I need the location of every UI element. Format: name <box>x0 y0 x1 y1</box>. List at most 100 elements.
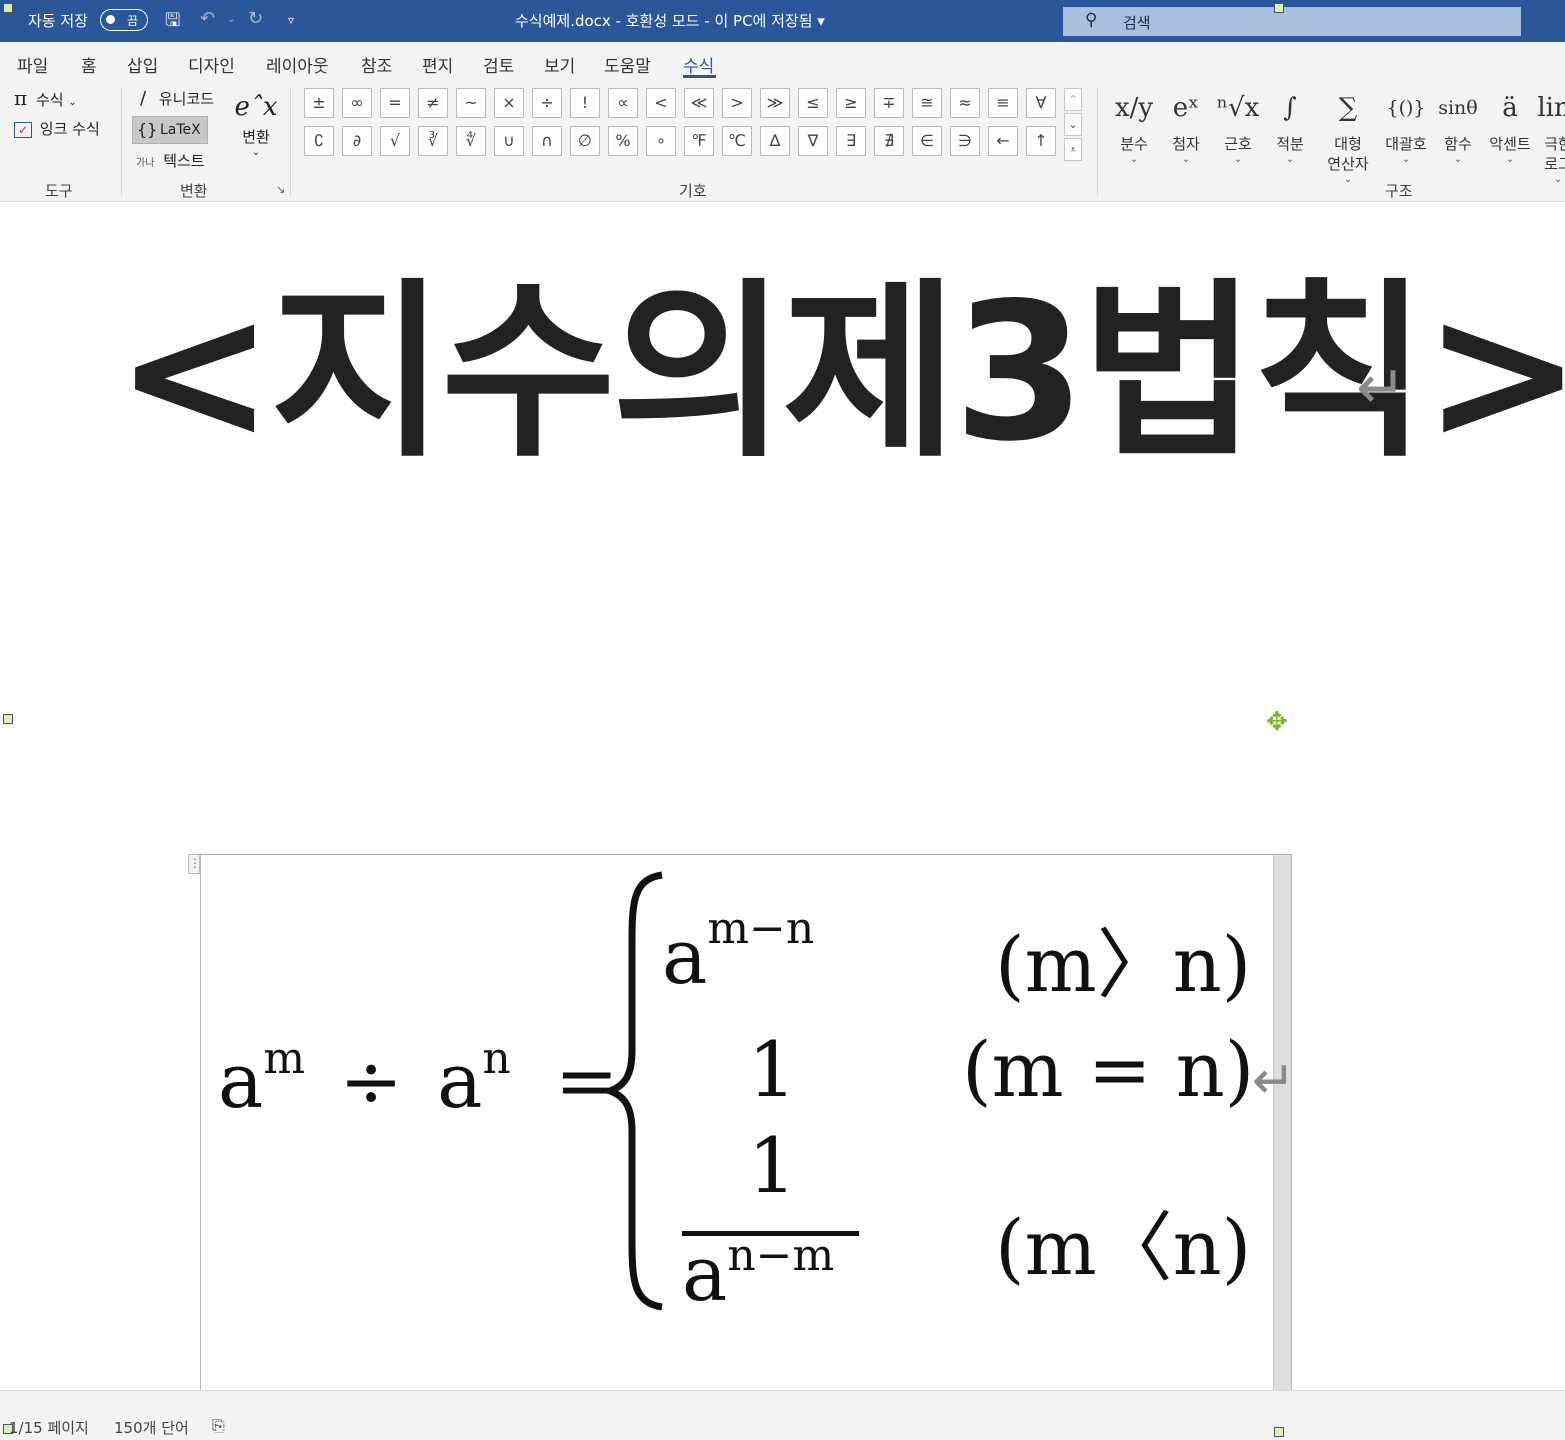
symbol-button[interactable]: ± <box>304 88 334 118</box>
selection-handle[interactable] <box>1274 3 1284 13</box>
structure-button[interactable]: ä 악센트 ⌄ <box>1486 82 1534 166</box>
symbol-button[interactable]: ∅ <box>570 126 600 156</box>
symbol-button[interactable]: ∇ <box>798 126 828 156</box>
undo-dropdown-icon[interactable]: ⌄ <box>227 14 235 25</box>
document-title[interactable]: 수식예제.docx - 호환성 모드 - 이 PC에 저장됨 ▾ <box>515 10 825 31</box>
symbol-button[interactable]: ∛ <box>418 126 448 156</box>
selection-handle[interactable] <box>3 3 13 13</box>
symbol-button[interactable]: ≠ <box>418 88 448 118</box>
symbol-button[interactable]: ∆ <box>760 126 790 156</box>
symbol-button[interactable]: ∩ <box>532 126 562 156</box>
symbol-button[interactable]: ∓ <box>874 88 904 118</box>
selection-handle[interactable] <box>1274 1427 1284 1437</box>
convert-button[interactable]: eˆx 변환 ⌄ <box>234 88 278 158</box>
selection-handle[interactable] <box>3 714 13 724</box>
symbol-button[interactable]: ∋ <box>950 126 980 156</box>
text-button[interactable]: 가나 텍스트 <box>136 150 205 171</box>
structure-glyph-icon: {()} <box>1386 97 1426 119</box>
tab-design[interactable]: 디자인 <box>188 52 235 77</box>
latex-button[interactable]: {} LaTeX <box>132 116 208 144</box>
symbol-button[interactable]: ∃ <box>836 126 866 156</box>
page-count[interactable]: 1/15 페이지 <box>9 1417 89 1438</box>
active-tab-underline <box>683 75 716 78</box>
symbol-button[interactable]: ≫ <box>760 88 790 118</box>
symbol-button[interactable]: ~ <box>456 88 486 118</box>
word-count[interactable]: 150개 단어 <box>114 1417 189 1438</box>
tab-review[interactable]: 검토 <box>483 52 514 77</box>
symbol-button[interactable]: ÷ <box>532 88 562 118</box>
tab-view[interactable]: 보기 <box>544 52 575 77</box>
symbol-button[interactable]: ! <box>570 88 600 118</box>
symbol-button[interactable]: ≤ <box>798 88 828 118</box>
tab-layout[interactable]: 레이아웃 <box>266 52 329 77</box>
unicode-button[interactable]: / 유니코드 <box>140 88 214 109</box>
symbol-button[interactable]: ↑ <box>1026 126 1056 156</box>
symbol-button[interactable]: ≪ <box>684 88 714 118</box>
symbol-button[interactable]: ∝ <box>608 88 638 118</box>
gallery-scroll-up-icon[interactable]: ⌃ <box>1064 88 1082 111</box>
symbol-button[interactable]: ≥ <box>836 88 866 118</box>
tab-mailings[interactable]: 편지 <box>422 52 453 77</box>
structure-button[interactable]: {()} 대괄호 ⌄ <box>1382 82 1430 166</box>
structure-button[interactable]: lim 극한 로그⌄ <box>1534 82 1565 186</box>
symbol-button[interactable]: ∀ <box>1026 88 1056 118</box>
tab-references[interactable]: 참조 <box>361 52 392 77</box>
structure-button[interactable]: ⁿ√x 근호 ⌄ <box>1214 82 1262 166</box>
ink-equation-button[interactable]: ✓ 잉크 수식 <box>14 118 100 139</box>
lhs-base-2: a <box>437 1036 483 1125</box>
proofing-icon[interactable]: ⎘ <box>212 1416 225 1436</box>
symbol-button[interactable]: × <box>494 88 524 118</box>
structure-button[interactable]: ∑ 대형 연산자 ⌄ <box>1318 82 1378 186</box>
equation-grip-icon[interactable]: ⋮ <box>188 854 201 874</box>
move-handle-icon[interactable]: ✥ <box>1266 707 1288 737</box>
symbol-button[interactable]: ∄ <box>874 126 904 156</box>
symbol-button[interactable]: √ <box>380 126 410 156</box>
chevron-down-icon: ⌄ <box>251 147 261 158</box>
symbol-button[interactable]: > <box>722 88 752 118</box>
slash-icon: / <box>140 88 147 109</box>
structure-label: 대괄호 <box>1385 135 1427 153</box>
gallery-scroll-down-icon[interactable]: ⌄ <box>1064 113 1082 136</box>
symbol-button[interactable]: ≅ <box>912 88 942 118</box>
structure-button[interactable]: sinθ 함수 ⌄ <box>1434 82 1482 166</box>
symbol-button[interactable]: ≡ <box>988 88 1018 118</box>
symbol-button[interactable]: ∘ <box>646 126 676 156</box>
document-page[interactable]: <지수의제3법칙> ↵ ✥ ⋮ am ÷ an = am−n (m〉n) 1 (… <box>0 203 1565 1394</box>
autosave-toggle[interactable]: 끔 <box>100 9 148 31</box>
tab-equation[interactable]: 수식 <box>683 52 714 77</box>
insert-equation-button[interactable]: π 수식 ⌄ <box>14 86 77 110</box>
symbol-button[interactable]: = <box>380 88 410 118</box>
gallery-more-icon[interactable]: ⩡ <box>1064 138 1082 161</box>
symbol-button[interactable]: ∞ <box>342 88 372 118</box>
customize-quick-access-icon[interactable]: ▿ <box>288 13 294 27</box>
save-icon[interactable]: 🖫 <box>165 8 180 38</box>
symbol-button[interactable]: ∪ <box>494 126 524 156</box>
equation-box-scrollbar[interactable] <box>1273 855 1291 1394</box>
dialog-launcher-icon[interactable]: ↘ <box>276 183 285 196</box>
redo-icon[interactable]: ↻ <box>248 8 263 29</box>
tab-file[interactable]: 파일 <box>17 52 48 77</box>
symbol-button[interactable]: ℃ <box>722 126 752 156</box>
document-heading[interactable]: <지수의제3법칙> <box>115 273 1565 473</box>
search-box[interactable]: ⚲ 검색 <box>1063 7 1521 36</box>
undo-icon[interactable]: ↶ <box>200 8 215 29</box>
tab-insert[interactable]: 삽입 <box>127 52 158 77</box>
structure-glyph-icon: ∑ <box>1338 93 1358 123</box>
symbol-button[interactable]: ← <box>988 126 1018 156</box>
structure-button[interactable]: x/y 분수 ⌄ <box>1110 82 1158 166</box>
symbol-button[interactable]: ∂ <box>342 126 372 156</box>
tab-home[interactable]: 홈 <box>81 52 97 77</box>
symbol-button[interactable]: ℉ <box>684 126 714 156</box>
case1-value: am−n <box>662 903 814 1001</box>
symbol-button[interactable]: % <box>608 126 638 156</box>
symbol-button[interactable]: ≈ <box>950 88 980 118</box>
symbol-button[interactable]: ∜ <box>456 126 486 156</box>
symbol-button[interactable]: ∈ <box>912 126 942 156</box>
group-separator <box>290 88 291 196</box>
symbol-button[interactable]: < <box>646 88 676 118</box>
structure-button[interactable]: ∫ 적분 ⌄ <box>1266 82 1314 166</box>
structure-button[interactable]: eˣ 첨자 ⌄ <box>1162 82 1210 166</box>
symbol-button[interactable]: ∁ <box>304 126 334 156</box>
tab-help[interactable]: 도움말 <box>604 52 651 77</box>
case2-value: 1 <box>748 1025 797 1114</box>
